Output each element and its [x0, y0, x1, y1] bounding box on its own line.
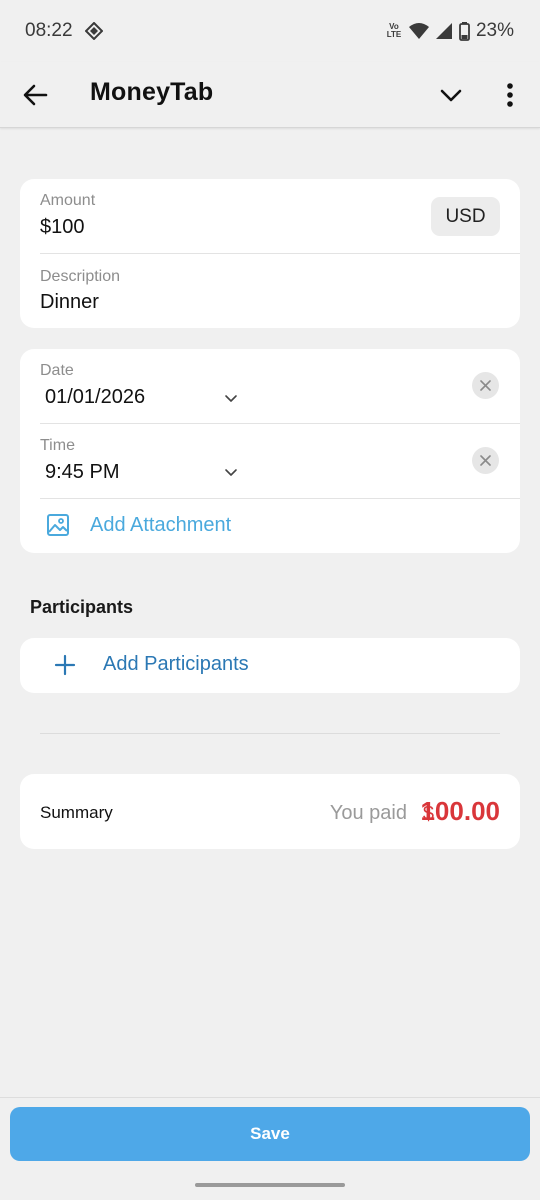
divider: [40, 423, 520, 424]
date-label: Date: [40, 362, 74, 379]
paid-amount: 100.00: [420, 796, 500, 826]
datetime-card: Date 01/01/2026 Time 9:45 PM Add Attachm…: [20, 349, 520, 553]
chevron-down-icon[interactable]: [437, 81, 465, 109]
volte-indicator: Vo LTE: [386, 22, 402, 39]
amount-card: Amount $100 USD Description Dinner: [20, 179, 520, 328]
battery-level: 23%: [475, 20, 514, 41]
add-participants-button[interactable]: Add Participants: [20, 638, 520, 693]
divider: [40, 733, 500, 734]
status-left: 08:22: [25, 20, 103, 42]
save-button[interactable]: Save: [10, 1107, 530, 1161]
plus-icon: [54, 654, 76, 676]
app-title: MoneyTab: [90, 78, 214, 106]
date-picker[interactable]: 01/01/2026: [45, 386, 145, 409]
clear-time-button[interactable]: [472, 447, 499, 474]
time-picker[interactable]: 9:45 PM: [45, 461, 119, 484]
wifi-icon: [408, 23, 429, 39]
participants-title: Participants: [30, 597, 134, 617]
status-time: 08:22: [25, 20, 73, 41]
add-attachment-button[interactable]: Add Attachment: [20, 499, 520, 553]
home-indicator[interactable]: [195, 1183, 345, 1187]
more-vert-icon[interactable]: [497, 79, 523, 111]
status-right: Vo LTE 23%: [385, 20, 514, 42]
divider: [40, 253, 520, 254]
amount-label: Amount: [40, 192, 96, 209]
summary-card: Summary You paid $ 100.00: [20, 774, 520, 849]
add-participants-label: Add Participants: [103, 653, 249, 675]
image-icon: [47, 514, 69, 536]
bottom-divider: [0, 1097, 540, 1098]
amount-field[interactable]: $100: [40, 216, 85, 239]
clear-date-button[interactable]: [472, 372, 499, 399]
battery-icon: [459, 21, 470, 41]
app-notification-icon: [84, 22, 103, 40]
close-icon: [480, 455, 491, 466]
description-field[interactable]: Dinner: [40, 291, 99, 314]
description-label: Description: [40, 268, 121, 285]
status-bar: 08:22 Vo LTE 23%: [0, 0, 540, 62]
summary-label: Summary: [40, 803, 113, 822]
add-attachment-label: Add Attachment: [90, 514, 232, 536]
chevron-down-icon[interactable]: [223, 390, 239, 406]
you-paid-label: You paid: [329, 802, 407, 824]
currency-button[interactable]: USD: [431, 197, 500, 236]
app-bar: MoneyTab: [0, 62, 540, 128]
signal-icon: [435, 23, 452, 39]
close-icon: [480, 380, 491, 391]
chevron-down-icon[interactable]: [223, 464, 239, 480]
time-label: Time: [40, 437, 75, 454]
back-arrow-icon[interactable]: [20, 80, 50, 110]
